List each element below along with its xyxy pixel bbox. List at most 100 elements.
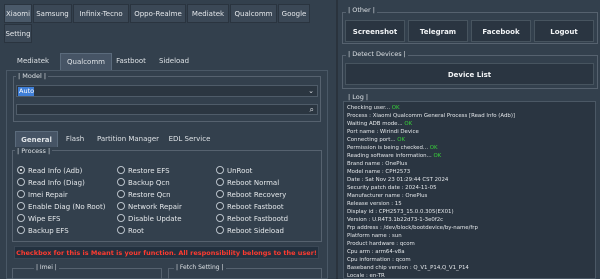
- model-select-value: Auto: [18, 87, 35, 96]
- radio-label: Reboot Recovery: [227, 191, 287, 199]
- process-group-label: | Process |: [15, 147, 53, 155]
- imei-group-label: | Imei |: [34, 264, 59, 271]
- log-line: Release version : 15: [347, 201, 402, 207]
- subtab-sideload[interactable]: Sideload: [155, 53, 193, 70]
- subtab-fastboot[interactable]: Fastboot: [114, 53, 148, 70]
- radio-icon: [117, 214, 125, 222]
- radio-label: Read Info (Adb): [28, 167, 83, 175]
- tab-setting[interactable]: Setting: [4, 24, 32, 43]
- model-group: [13, 76, 321, 122]
- radio-icon: [117, 178, 125, 186]
- tab-google[interactable]: Google: [278, 4, 310, 23]
- radio-disable-update[interactable]: Disable Update: [117, 214, 182, 224]
- brand-tab-bar: Xiaomi Samsung Infinix-Tecno Oppo-Realme…: [0, 0, 340, 46]
- radio-label: UnRoot: [227, 167, 253, 175]
- radio-icon: [216, 178, 224, 186]
- log-line: Port name : Wirindi Device: [347, 129, 419, 135]
- radio-restore-efs[interactable]: Restore EFS: [117, 166, 170, 176]
- chevron-down-icon: ⌄: [308, 87, 314, 95]
- tab-xiaomi[interactable]: Xiaomi: [4, 4, 32, 23]
- log-line: Reading software information... OK: [347, 153, 442, 159]
- log-line: Security patch date : 2024-11-05: [347, 185, 437, 191]
- radio-icon: [117, 202, 125, 210]
- radio-label: Root: [128, 227, 144, 235]
- telegram-button[interactable]: Telegram: [408, 20, 468, 42]
- subtab-mediatek[interactable]: Mediatek: [14, 53, 52, 70]
- model-select[interactable]: Auto ⌄: [16, 85, 318, 97]
- radio-reboot-sideload[interactable]: Reboot Sideload: [216, 226, 284, 236]
- tab-samsung[interactable]: Samsung: [33, 4, 72, 23]
- log-line: Permission is being checked... OK: [347, 145, 438, 151]
- log-output: Checking user... OK Process : Xiaomi Qua…: [343, 101, 596, 279]
- radio-icon: [117, 166, 125, 174]
- fetch-setting-group-label: | Fetch Setting |: [174, 264, 226, 271]
- radio-icon: [216, 226, 224, 234]
- tab-general[interactable]: General: [15, 131, 58, 147]
- model-group-label: | Model |: [16, 72, 49, 80]
- model-search-input[interactable]: ⌕: [16, 104, 318, 115]
- radio-restore-qcn[interactable]: Restore Qcn: [117, 190, 171, 200]
- radio-imei-repair[interactable]: Imei Repair: [17, 190, 68, 200]
- log-line: Cpu information : qcom: [347, 257, 411, 263]
- log-line: Checking user... OK: [347, 105, 400, 111]
- tab-qualcomm[interactable]: Qualcomm: [230, 4, 277, 23]
- radio-wipe-efs[interactable]: Wipe EFS: [17, 214, 60, 224]
- log-line: Version : U.R4T3.1b22d73-1-3e0f2c: [347, 217, 444, 223]
- log-line: Frp address : /dev/block/bootdevice/by-n…: [347, 225, 478, 231]
- device-list-button[interactable]: Device List: [345, 63, 594, 85]
- radio-backup-qcn[interactable]: Backup Qcn: [117, 178, 170, 188]
- radio-network-repair[interactable]: Network Repair: [117, 202, 182, 212]
- radio-root[interactable]: Root: [117, 226, 144, 236]
- radio-label: Reboot Normal: [227, 179, 280, 187]
- facebook-button[interactable]: Facebook: [471, 20, 531, 42]
- radio-icon: [216, 166, 224, 174]
- radio-icon: [216, 214, 224, 222]
- detect-devices-label: | Detect Devices |: [346, 50, 408, 58]
- radio-label: Restore EFS: [128, 167, 170, 175]
- radio-label: Read Info (Diag): [28, 179, 85, 187]
- radio-reboot-recovery[interactable]: Reboot Recovery: [216, 190, 286, 200]
- radio-read-info-adb[interactable]: Read Info (Adb): [17, 166, 82, 176]
- radio-label: Imei Repair: [28, 191, 68, 199]
- radio-icon: [216, 202, 224, 210]
- radio-reboot-fastboot[interactable]: Reboot Fastboot: [216, 202, 284, 212]
- radio-icon: [17, 190, 25, 198]
- radio-label: Restore Qcn: [128, 191, 171, 199]
- panel-divider: [336, 0, 338, 279]
- tab-edl-service[interactable]: EDL Service: [166, 131, 213, 147]
- log-line: Display id : CPH2573_15.0.0.305(EX01): [347, 209, 454, 215]
- radio-icon: [216, 190, 224, 198]
- tab-mediatek[interactable]: Mediatek: [187, 4, 229, 23]
- radio-label: Reboot Fastboot: [227, 203, 284, 211]
- radio-reboot-normal[interactable]: Reboot Normal: [216, 178, 279, 188]
- radio-icon: [17, 202, 25, 210]
- log-line: Connecting port... OK: [347, 137, 406, 143]
- subtab-qualcomm[interactable]: Qualcomm: [60, 53, 112, 70]
- other-group-label: | Other |: [346, 6, 377, 14]
- tab-flash[interactable]: Flash: [61, 131, 89, 147]
- screenshot-button[interactable]: Screenshot: [345, 20, 405, 42]
- tab-infinix-tecno[interactable]: Infinix-Tecno: [73, 4, 129, 23]
- logout-button[interactable]: Logout: [534, 20, 594, 42]
- radio-icon: [17, 214, 25, 222]
- radio-icon: [117, 226, 125, 234]
- radio-unroot[interactable]: UnRoot: [216, 166, 252, 176]
- log-line: Baseband chip version : Q_V1_P14,Q_V1_P1…: [347, 265, 469, 271]
- tab-partition-manager[interactable]: Partition Manager: [95, 131, 161, 147]
- radio-label: Reboot Fastbootd: [227, 215, 289, 223]
- radio-icon: [17, 226, 25, 234]
- log-line: Waiting ADB mode... OK: [347, 121, 413, 127]
- log-line: Brand name : OnePlus: [347, 161, 408, 167]
- log-line: Locale : en-TR: [347, 273, 385, 279]
- radio-icon: [117, 190, 125, 198]
- radio-backup-efs[interactable]: Backup EFS: [17, 226, 69, 236]
- radio-selected-icon: [17, 166, 25, 174]
- log-line: Model name : CPH2573: [347, 169, 411, 175]
- tab-oppo-realme[interactable]: Oppo-Realme: [130, 4, 186, 23]
- radio-label: Backup EFS: [28, 227, 69, 235]
- radio-reboot-fastbootd[interactable]: Reboot Fastbootd: [216, 214, 288, 224]
- radio-read-info-diag[interactable]: Read Info (Diag): [17, 178, 85, 188]
- radio-enable-diag[interactable]: Enable Diag (No Root): [17, 202, 105, 212]
- radio-label: Disable Update: [128, 215, 182, 223]
- log-group-label: | Log |: [346, 93, 371, 101]
